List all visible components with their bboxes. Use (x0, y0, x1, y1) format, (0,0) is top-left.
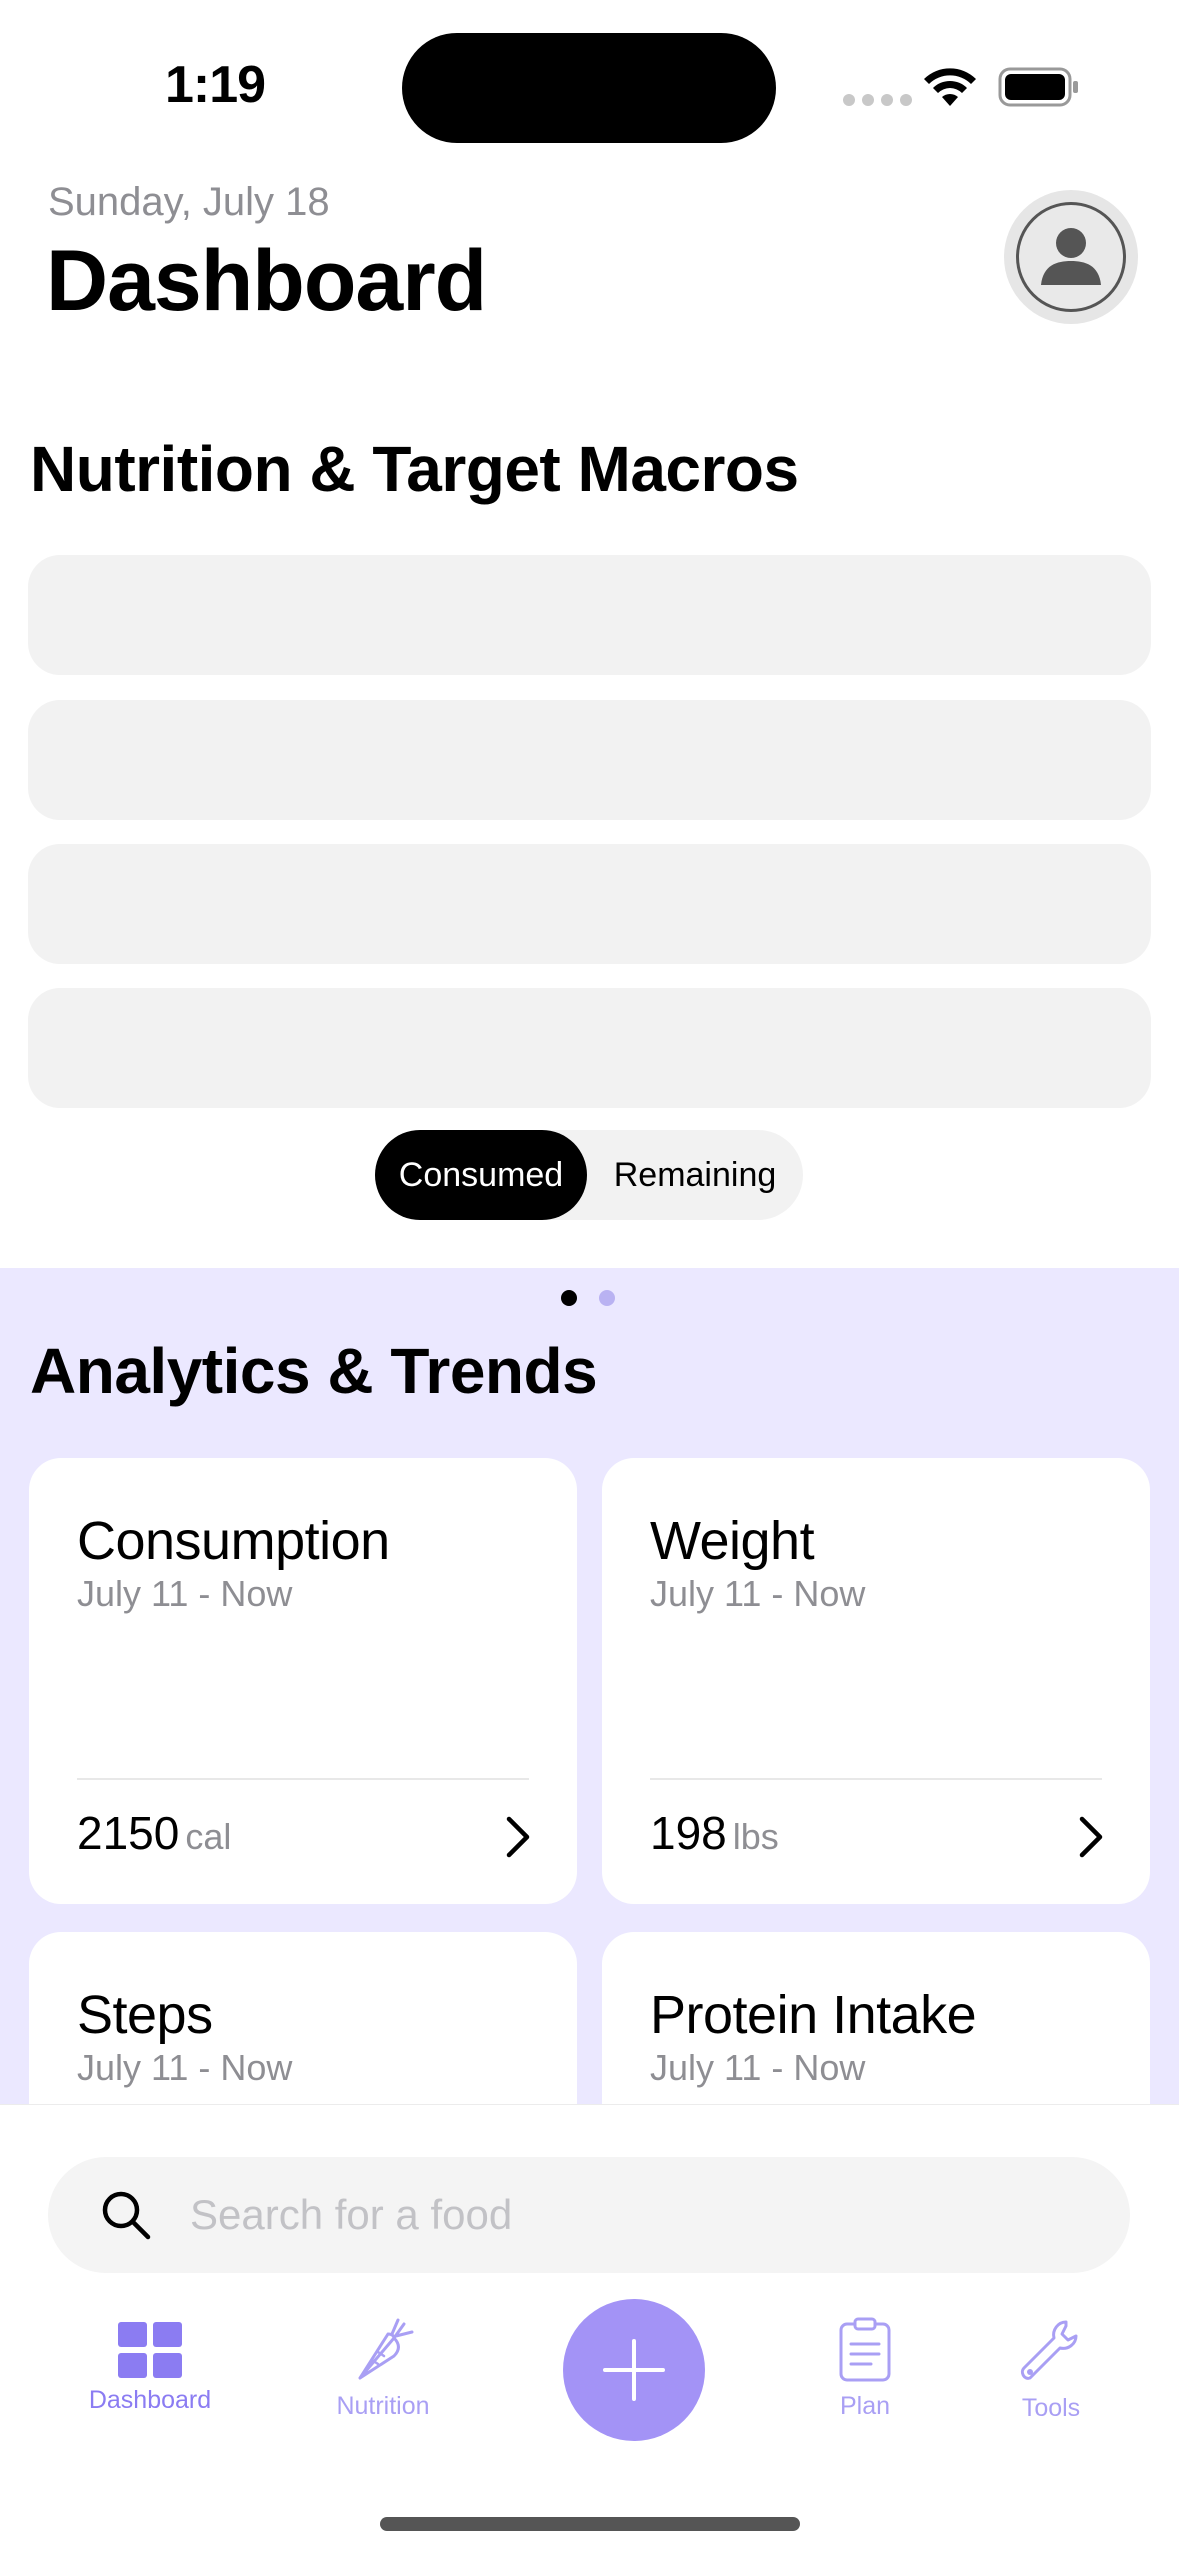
tab-label: Tools (1021, 2394, 1081, 2422)
card-divider (650, 1778, 1102, 1780)
consumed-option[interactable]: Consumed (375, 1130, 587, 1220)
tab-label: Dashboard (88, 2386, 212, 2414)
page-dot-active (561, 1290, 577, 1306)
tab-label: Plan (839, 2392, 891, 2420)
consumed-remaining-toggle: Consumed Remaining (375, 1130, 803, 1220)
page-indicator[interactable] (561, 1290, 615, 1306)
battery-icon (998, 67, 1078, 107)
search-icon (102, 2191, 151, 2240)
card-date-range: July 11 - Now (77, 1573, 293, 1614)
plus-icon (603, 2339, 665, 2401)
card-title: Protein Intake (650, 1985, 977, 2045)
food-search-bar[interactable]: Search for a food (48, 2157, 1130, 2273)
macro-row-placeholder (28, 700, 1151, 820)
date-label: Sunday, July 18 (48, 180, 330, 224)
chevron-right-icon (1079, 1816, 1103, 1858)
status-time: 1:19 (165, 56, 266, 114)
card-title: Consumption (77, 1511, 390, 1571)
profile-button[interactable] (1004, 190, 1138, 324)
weight-value: 198 (650, 1807, 727, 1859)
card-divider (77, 1778, 529, 1780)
clipboard-icon (839, 2317, 891, 2382)
analytics-section-title: Analytics & Trends (30, 1335, 598, 1407)
carrot-icon (358, 2318, 414, 2380)
page-title: Dashboard (46, 233, 487, 329)
card-title: Weight (650, 1511, 815, 1571)
card-date-range: July 11 - Now (650, 1573, 866, 1614)
dynamic-island (402, 33, 776, 143)
remaining-option[interactable]: Remaining (587, 1130, 803, 1220)
card-value: 2150 cal (77, 1806, 231, 1860)
person-icon (1041, 228, 1101, 285)
chevron-right-icon (506, 1816, 530, 1858)
tab-nutrition[interactable]: Nutrition (318, 2316, 448, 2421)
wrench-icon (1020, 2320, 1078, 2380)
page-dot (599, 1290, 615, 1306)
consumption-card[interactable]: Consumption July 11 - Now 2150 cal (29, 1458, 577, 1904)
macro-row-placeholder (28, 844, 1151, 964)
nutrition-section-title: Nutrition & Target Macros (30, 433, 799, 505)
card-title: Steps (77, 1985, 213, 2045)
grid-icon (118, 2322, 182, 2378)
tab-tools[interactable]: Tools (986, 2316, 1116, 2423)
avatar (1016, 202, 1126, 312)
wifi-icon (924, 68, 976, 106)
card-date-range: July 11 - Now (77, 2047, 293, 2088)
home-indicator (380, 2517, 800, 2531)
card-value: 198 lbs (650, 1806, 779, 1860)
tab-dashboard[interactable]: Dashboard (85, 2322, 215, 2415)
search-placeholder: Search for a food (190, 2191, 513, 2238)
macro-row-placeholder (28, 988, 1151, 1108)
tab-label: Nutrition (336, 2392, 430, 2420)
add-button[interactable] (563, 2299, 705, 2441)
status-bar: 1:19 (0, 0, 1179, 170)
macro-row-placeholder (28, 555, 1151, 675)
cellular-signal-icon (843, 94, 912, 106)
card-date-range: July 11 - Now (650, 2047, 866, 2088)
weight-card[interactable]: Weight July 11 - Now 198 lbs (602, 1458, 1150, 1904)
weight-unit: lbs (732, 1816, 779, 1857)
tab-plan[interactable]: Plan (800, 2316, 930, 2421)
consumption-value: 2150 (77, 1807, 180, 1859)
consumption-unit: cal (185, 1816, 232, 1857)
